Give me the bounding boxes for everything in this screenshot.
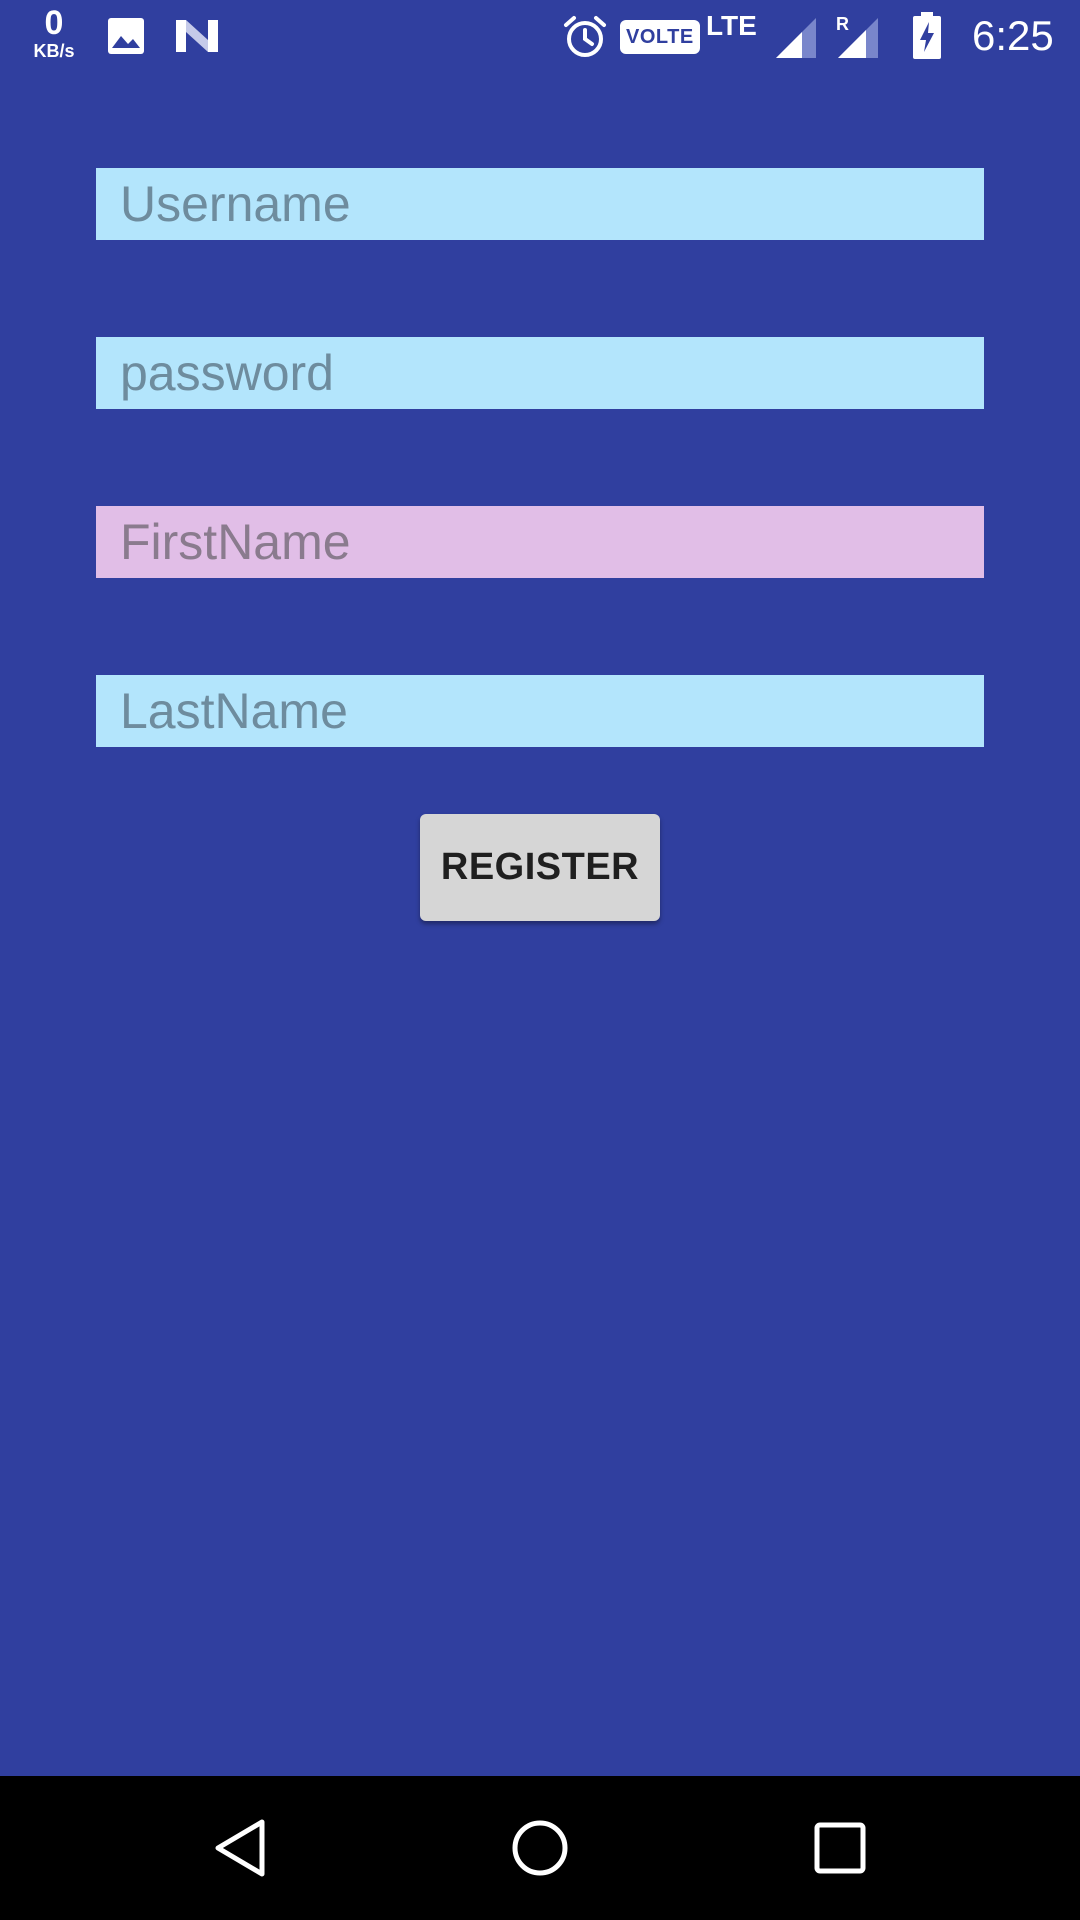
n-icon	[176, 20, 218, 52]
network-speed-indicator: 0 KB/s	[26, 6, 82, 60]
register-button[interactable]: REGISTER	[420, 814, 660, 921]
lte-label: LTE	[706, 10, 757, 41]
lastname-input[interactable]	[96, 675, 984, 747]
signal-icon	[776, 18, 816, 58]
home-icon	[512, 1820, 568, 1876]
volte-badge: VOLTE	[620, 20, 700, 54]
back-button[interactable]	[160, 1776, 320, 1920]
status-bar: 0 KB/s VOLTE LTE R 6:25	[0, 0, 1080, 74]
register-screen: 0 KB/s VOLTE LTE R 6:25 Username FirstNa…	[0, 0, 1080, 1920]
network-speed-value: 0	[44, 4, 64, 42]
firstname-input[interactable]	[96, 506, 984, 578]
roaming-label: R	[836, 14, 849, 34]
recents-button[interactable]	[760, 1776, 920, 1920]
home-button[interactable]	[460, 1776, 620, 1920]
status-clock: 6:25	[972, 12, 1054, 59]
alarm-icon	[564, 16, 606, 57]
back-icon	[215, 1819, 265, 1877]
recents-icon	[814, 1822, 866, 1874]
network-speed-unit: KB/s	[33, 41, 75, 61]
username-input[interactable]	[96, 168, 984, 240]
password-input[interactable]	[96, 337, 984, 409]
battery-charging-icon	[913, 12, 941, 59]
navigation-bar	[0, 1776, 1080, 1920]
gallery-icon	[108, 18, 144, 54]
